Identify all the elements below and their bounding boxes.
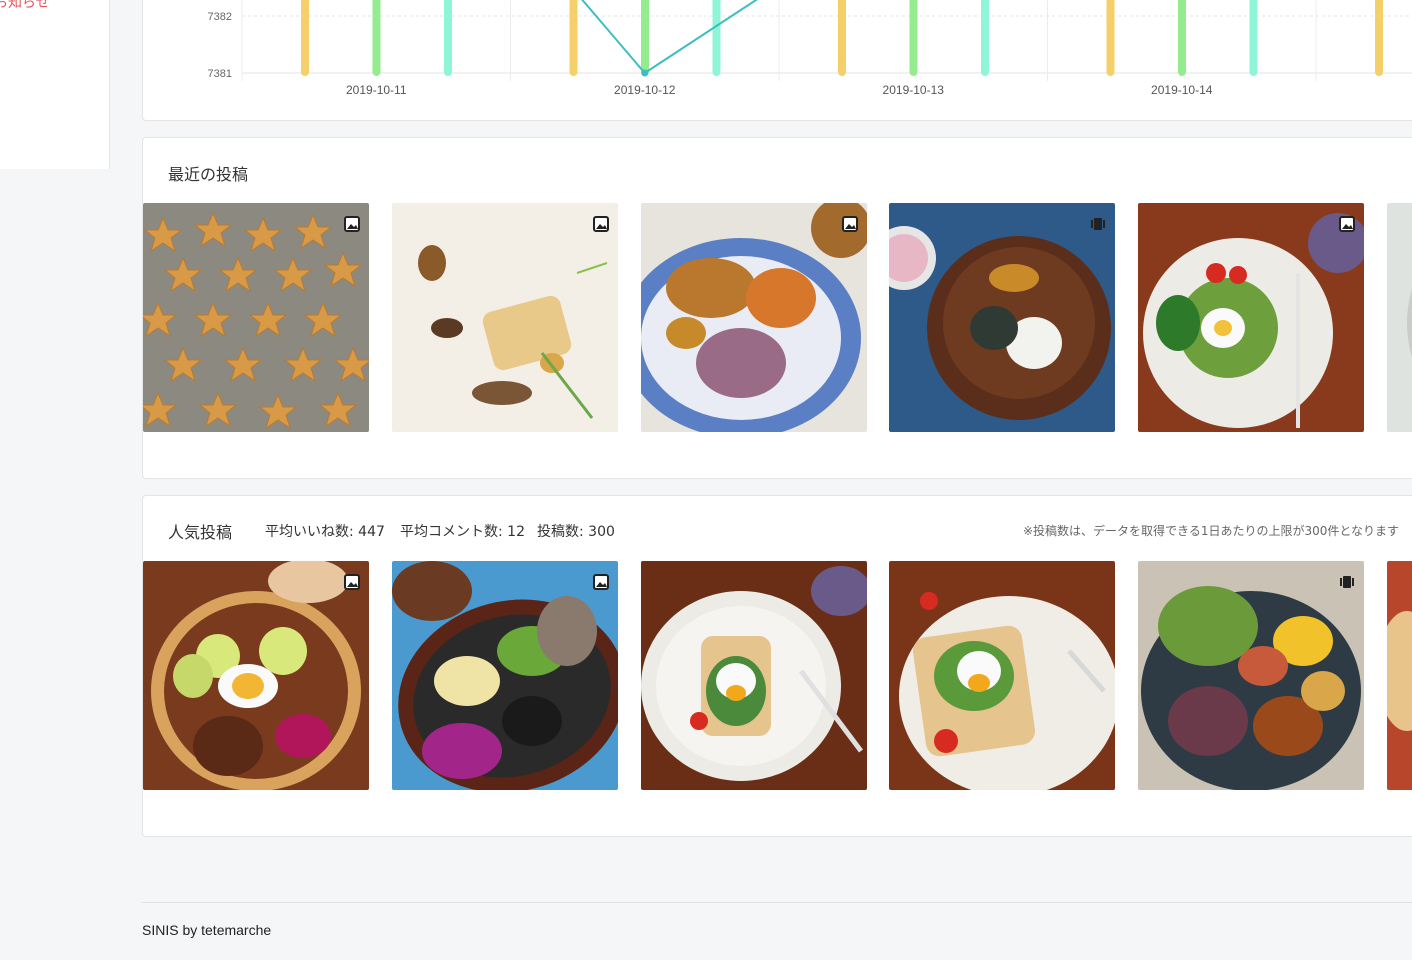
post-thumb-poached-egg-toast-1[interactable] [641,561,867,790]
sidebar-link-notice[interactable]: お知らせ [0,0,50,12]
post-limit-note: ※投稿数は、データを取得できる1日あたりの上限が300件となります [1023,524,1399,538]
image-icon [1339,216,1355,232]
popular-posts-grid [143,561,1412,791]
x-tick-label: 2019-10-12 [614,83,676,97]
post-thumb-oval-bento-rice[interactable] [392,561,618,790]
chart-line-series [581,0,758,75]
x-tick-label: 2019-10-11 [346,83,407,97]
post-thumb-poached-egg-toast-2[interactable] [889,561,1115,790]
followers-chart-card: 7382 7381 2019-10-11 2019-10-12 2019-10-13 20… [142,0,1412,121]
avg-comments-stat: 平均コメント数: 12 [400,524,525,540]
y-tick-label: 7381 [208,68,232,80]
post-thumb-bento-box-egg[interactable] [143,561,369,790]
image-icon [593,216,609,232]
image-icon [842,216,858,232]
video-icon [1340,576,1354,588]
followers-chart: 7382 7381 2019-10-11 2019-10-12 2019-10-13 20… [208,0,1412,97]
post-thumb-salad-plate-rice[interactable] [1138,561,1364,790]
sidebar: お知らせ [0,0,110,169]
recent-posts-card: 最近の投稿 [142,137,1412,479]
x-tick-label: 2019-10-14 [1151,83,1213,97]
y-tick-label: 7382 [208,11,232,23]
post-thumb-plated-fish-dish[interactable] [392,203,618,432]
footer-divider [142,902,1412,903]
post-thumb-avocado-toast-egg[interactable] [1138,203,1364,432]
image-icon [344,574,360,590]
chart-line-point [641,69,649,77]
post-thumb-japanese-plate-lunch[interactable] [641,203,867,432]
recent-posts-grid [143,203,1412,433]
footer-credit: SINIS by tetemarche [142,922,272,938]
post-thumb-partial[interactable] [1387,203,1412,432]
x-tick-label: 2019-10-13 [883,83,945,97]
image-icon [344,216,360,232]
popular-posts-card: 人気投稿 平均いいね数: 447 平均コメント数: 12 投稿数: 300 ※投… [142,495,1412,837]
recent-posts-title: 最近の投稿 [168,165,249,184]
post-thumb-wooden-bowl-rice[interactable] [889,203,1115,432]
popular-posts-title: 人気投稿 [168,523,233,542]
video-icon [1091,218,1105,230]
avg-likes-stat: 平均いいね数: 447 [265,524,385,540]
post-thumb-partial[interactable] [1387,561,1412,790]
post-thumb-star-cookies[interactable] [143,203,369,432]
post-count-stat: 投稿数: 300 [537,524,615,540]
image-icon [593,574,609,590]
